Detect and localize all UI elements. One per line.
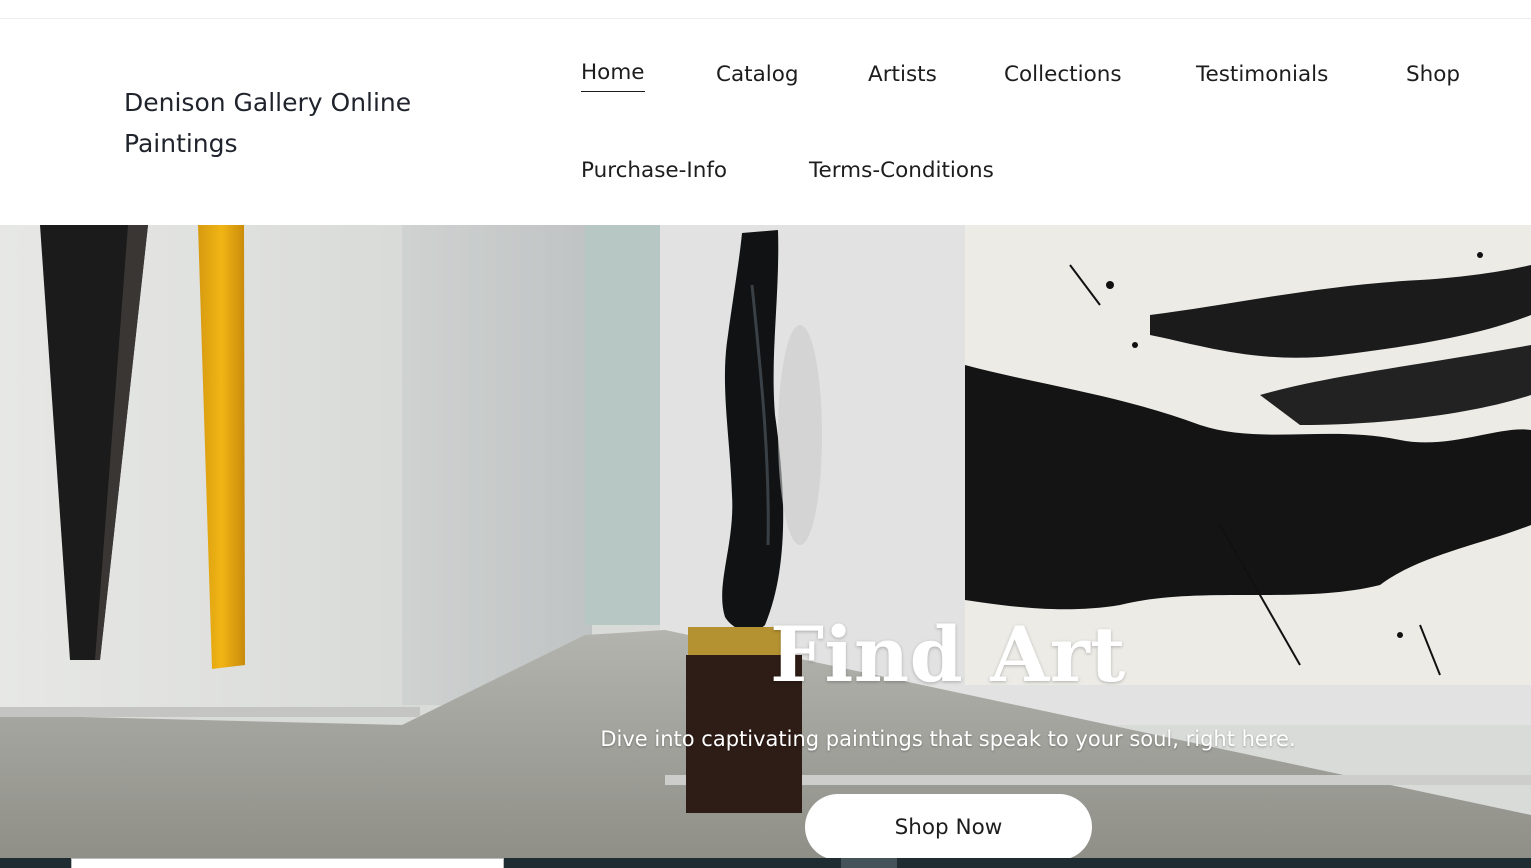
- nav-item-home[interactable]: Home: [581, 59, 645, 92]
- nav-item-testimonials[interactable]: Testimonials: [1196, 61, 1328, 89]
- site-header: Denison Gallery Online Paintings Home Ca…: [0, 19, 1531, 225]
- nav-item-terms-conditions[interactable]: Terms-Conditions: [809, 157, 994, 185]
- hero-title: Find Art: [770, 610, 1126, 699]
- hero-background-image: [0, 225, 1531, 858]
- nav-item-purchase-info[interactable]: Purchase-Info: [581, 157, 727, 185]
- site-title-line1: Denison Gallery Online: [124, 88, 412, 117]
- nav-item-artists[interactable]: Artists: [868, 61, 937, 89]
- bottom-card-edge: [71, 858, 504, 868]
- hero-section: Find Art Dive into captivating paintings…: [0, 225, 1531, 858]
- nav-item-shop[interactable]: Shop: [1406, 61, 1460, 89]
- hero-subtitle: Dive into captivating paintings that spe…: [600, 727, 1296, 751]
- site-title-line2: Paintings: [124, 129, 238, 158]
- shop-now-button[interactable]: Shop Now: [805, 794, 1092, 858]
- nav-item-collections[interactable]: Collections: [1004, 61, 1122, 89]
- bottom-mark: [841, 858, 897, 868]
- top-strip: [0, 0, 1531, 19]
- nav-item-catalog[interactable]: Catalog: [716, 61, 799, 89]
- site-title[interactable]: Denison Gallery Online Paintings: [124, 82, 484, 164]
